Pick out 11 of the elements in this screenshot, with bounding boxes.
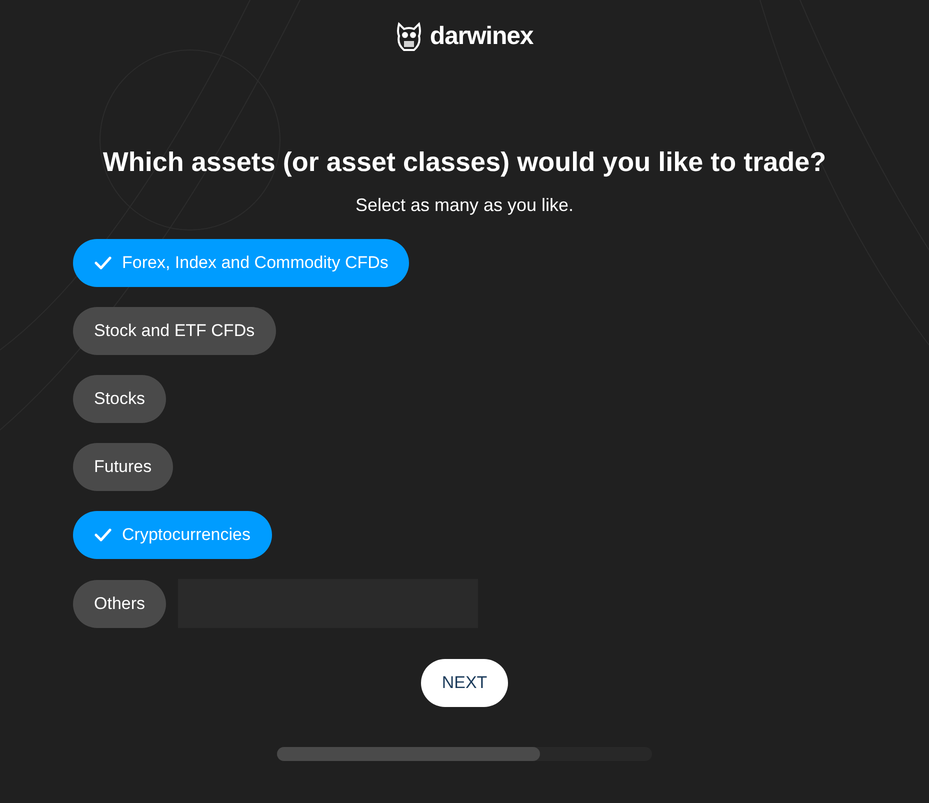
owl-icon xyxy=(396,22,422,52)
check-icon xyxy=(94,256,112,270)
next-button[interactable]: NEXT xyxy=(420,659,508,707)
option-pill[interactable]: Stock and ETF CFDs xyxy=(73,307,276,355)
logo-text: darwinex xyxy=(430,21,534,52)
option-pill[interactable]: Stocks xyxy=(73,375,166,423)
option-pill[interactable]: Others xyxy=(73,580,166,628)
check-icon xyxy=(94,528,112,542)
heading: Which assets (or asset classes) would you like to trade? xyxy=(102,146,826,179)
subtitle: Select as many as you like. xyxy=(355,194,574,217)
option-pill[interactable]: Futures xyxy=(73,443,173,491)
